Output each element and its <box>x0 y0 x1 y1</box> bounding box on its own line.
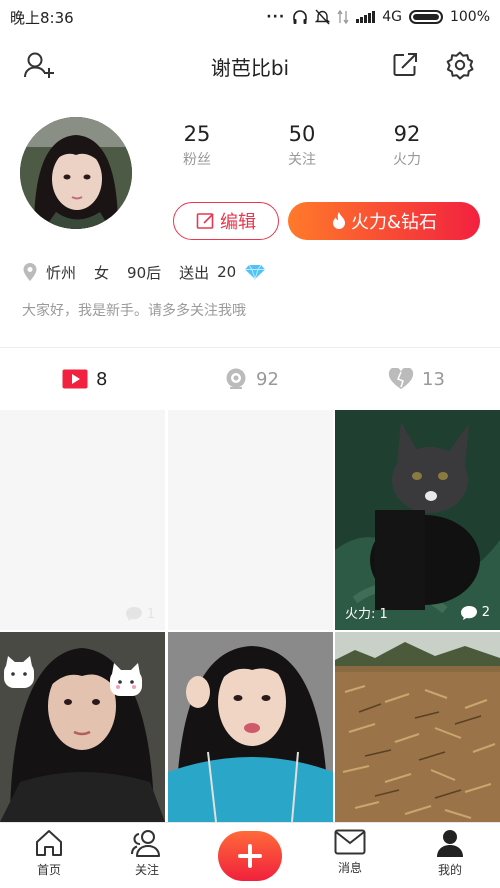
avatar[interactable] <box>20 117 132 229</box>
nav-home[interactable]: 首页 <box>19 829 79 878</box>
video-thumbnail[interactable] <box>0 632 165 822</box>
status-icons: ··· 4G 100% <box>266 9 490 25</box>
mute-icon <box>315 9 331 25</box>
profile-header: 谢芭比bi <box>0 40 500 90</box>
video-thumbnail[interactable]: 1 <box>0 410 165 630</box>
page-title: 谢芭比bi <box>210 56 290 80</box>
comment-icon <box>460 605 477 620</box>
profile-info: 忻州 女 90后 送出 20 <box>22 260 266 284</box>
nav-profile-label: 我的 <box>437 863 462 877</box>
age-group-text: 90后 <box>127 263 162 282</box>
settings-icon <box>446 51 474 80</box>
video-thumbnail[interactable] <box>335 632 500 822</box>
bottom-navigation: 首页 关注 消息 我的 <box>0 822 500 888</box>
edit-profile-button[interactable]: 编辑 <box>173 202 279 240</box>
battery-level: 100% <box>449 9 490 25</box>
nav-messages[interactable]: 消息 <box>320 829 380 876</box>
network-type: 4G <box>382 9 402 25</box>
fans-stat[interactable]: 25 粉丝 <box>162 122 232 169</box>
more-dots-icon: ··· <box>266 9 286 25</box>
video-stats: 火力: 1 2 <box>345 603 490 622</box>
edit-icon <box>196 213 214 229</box>
selfie-sticker-image <box>0 632 165 822</box>
signal-icon <box>356 11 376 23</box>
share-button[interactable] <box>388 48 422 82</box>
nav-messages-label: 消息 <box>337 861 362 875</box>
fire-diamond-button[interactable]: 火力&钻石 <box>288 202 480 240</box>
fire-label: 火力 <box>393 152 421 168</box>
profile-icon <box>437 830 463 857</box>
sent-label: 送出 <box>179 263 210 282</box>
edit-label: 编辑 <box>220 212 256 233</box>
video-thumbnail[interactable]: 火力: 1 2 <box>335 410 500 630</box>
fire-diamond-label: 火力&钻石 <box>350 212 438 233</box>
share-icon <box>393 53 417 76</box>
fire-stat[interactable]: 92 火力 <box>372 122 442 169</box>
video-thumbnail[interactable] <box>168 632 333 822</box>
nav-home-label: 首页 <box>36 863 61 877</box>
section-divider <box>0 347 500 348</box>
heart-icon <box>388 368 414 389</box>
comment-count: 2 <box>481 605 490 620</box>
diamond-icon <box>245 264 266 280</box>
video-grid: 1 火力: 1 2 <box>0 410 500 822</box>
videos-count: 8 <box>96 368 108 390</box>
tab-live[interactable]: 92 <box>224 364 279 394</box>
data-transfer-icon <box>337 10 349 24</box>
video-icon <box>62 369 88 389</box>
tab-likes[interactable]: 13 <box>388 364 445 394</box>
nav-profile[interactable]: 我的 <box>420 829 480 878</box>
headphones-icon <box>293 10 308 24</box>
following-label: 关注 <box>288 152 316 168</box>
nav-follow[interactable]: 关注 <box>117 829 177 878</box>
comment-icon <box>125 607 142 621</box>
follow-icon <box>131 830 160 857</box>
create-post-button[interactable] <box>218 831 282 881</box>
home-icon <box>36 830 62 856</box>
cat-thumbnail-image <box>335 410 500 630</box>
sent-count: 20 <box>217 263 237 281</box>
video-thumbnail[interactable] <box>168 410 333 630</box>
fans-label: 粉丝 <box>183 152 211 168</box>
message-icon <box>334 829 366 855</box>
following-count: 50 <box>288 122 316 146</box>
tab-videos[interactable]: 8 <box>62 364 107 394</box>
location-pin-icon <box>23 263 37 281</box>
field-image <box>335 632 500 822</box>
flame-icon <box>332 212 345 229</box>
avatar-image <box>20 117 132 229</box>
fans-count: 25 <box>183 122 211 146</box>
video-stats: 1 <box>10 606 155 622</box>
battery-icon <box>408 10 443 24</box>
nav-follow-label: 关注 <box>134 863 159 877</box>
selfie-blue-image <box>168 632 333 822</box>
live-icon <box>226 368 246 389</box>
likes-count: 13 <box>422 368 445 390</box>
status-time: 晚上8:36 <box>10 8 74 27</box>
comment-count: 1 <box>146 606 155 622</box>
plus-icon <box>238 844 262 868</box>
gender-text: 女 <box>94 263 110 282</box>
status-bar: 晚上8:36 ··· 4G 100% <box>0 0 500 34</box>
fire-text: 火力: 1 <box>345 607 388 622</box>
following-stat[interactable]: 50 关注 <box>267 122 337 169</box>
location-text: 忻州 <box>46 263 77 282</box>
settings-button[interactable] <box>443 48 477 82</box>
bio-text: 大家好，我是新手。请多多关注我哦 <box>22 303 246 319</box>
live-count: 92 <box>256 368 279 390</box>
fire-count: 92 <box>393 122 421 146</box>
